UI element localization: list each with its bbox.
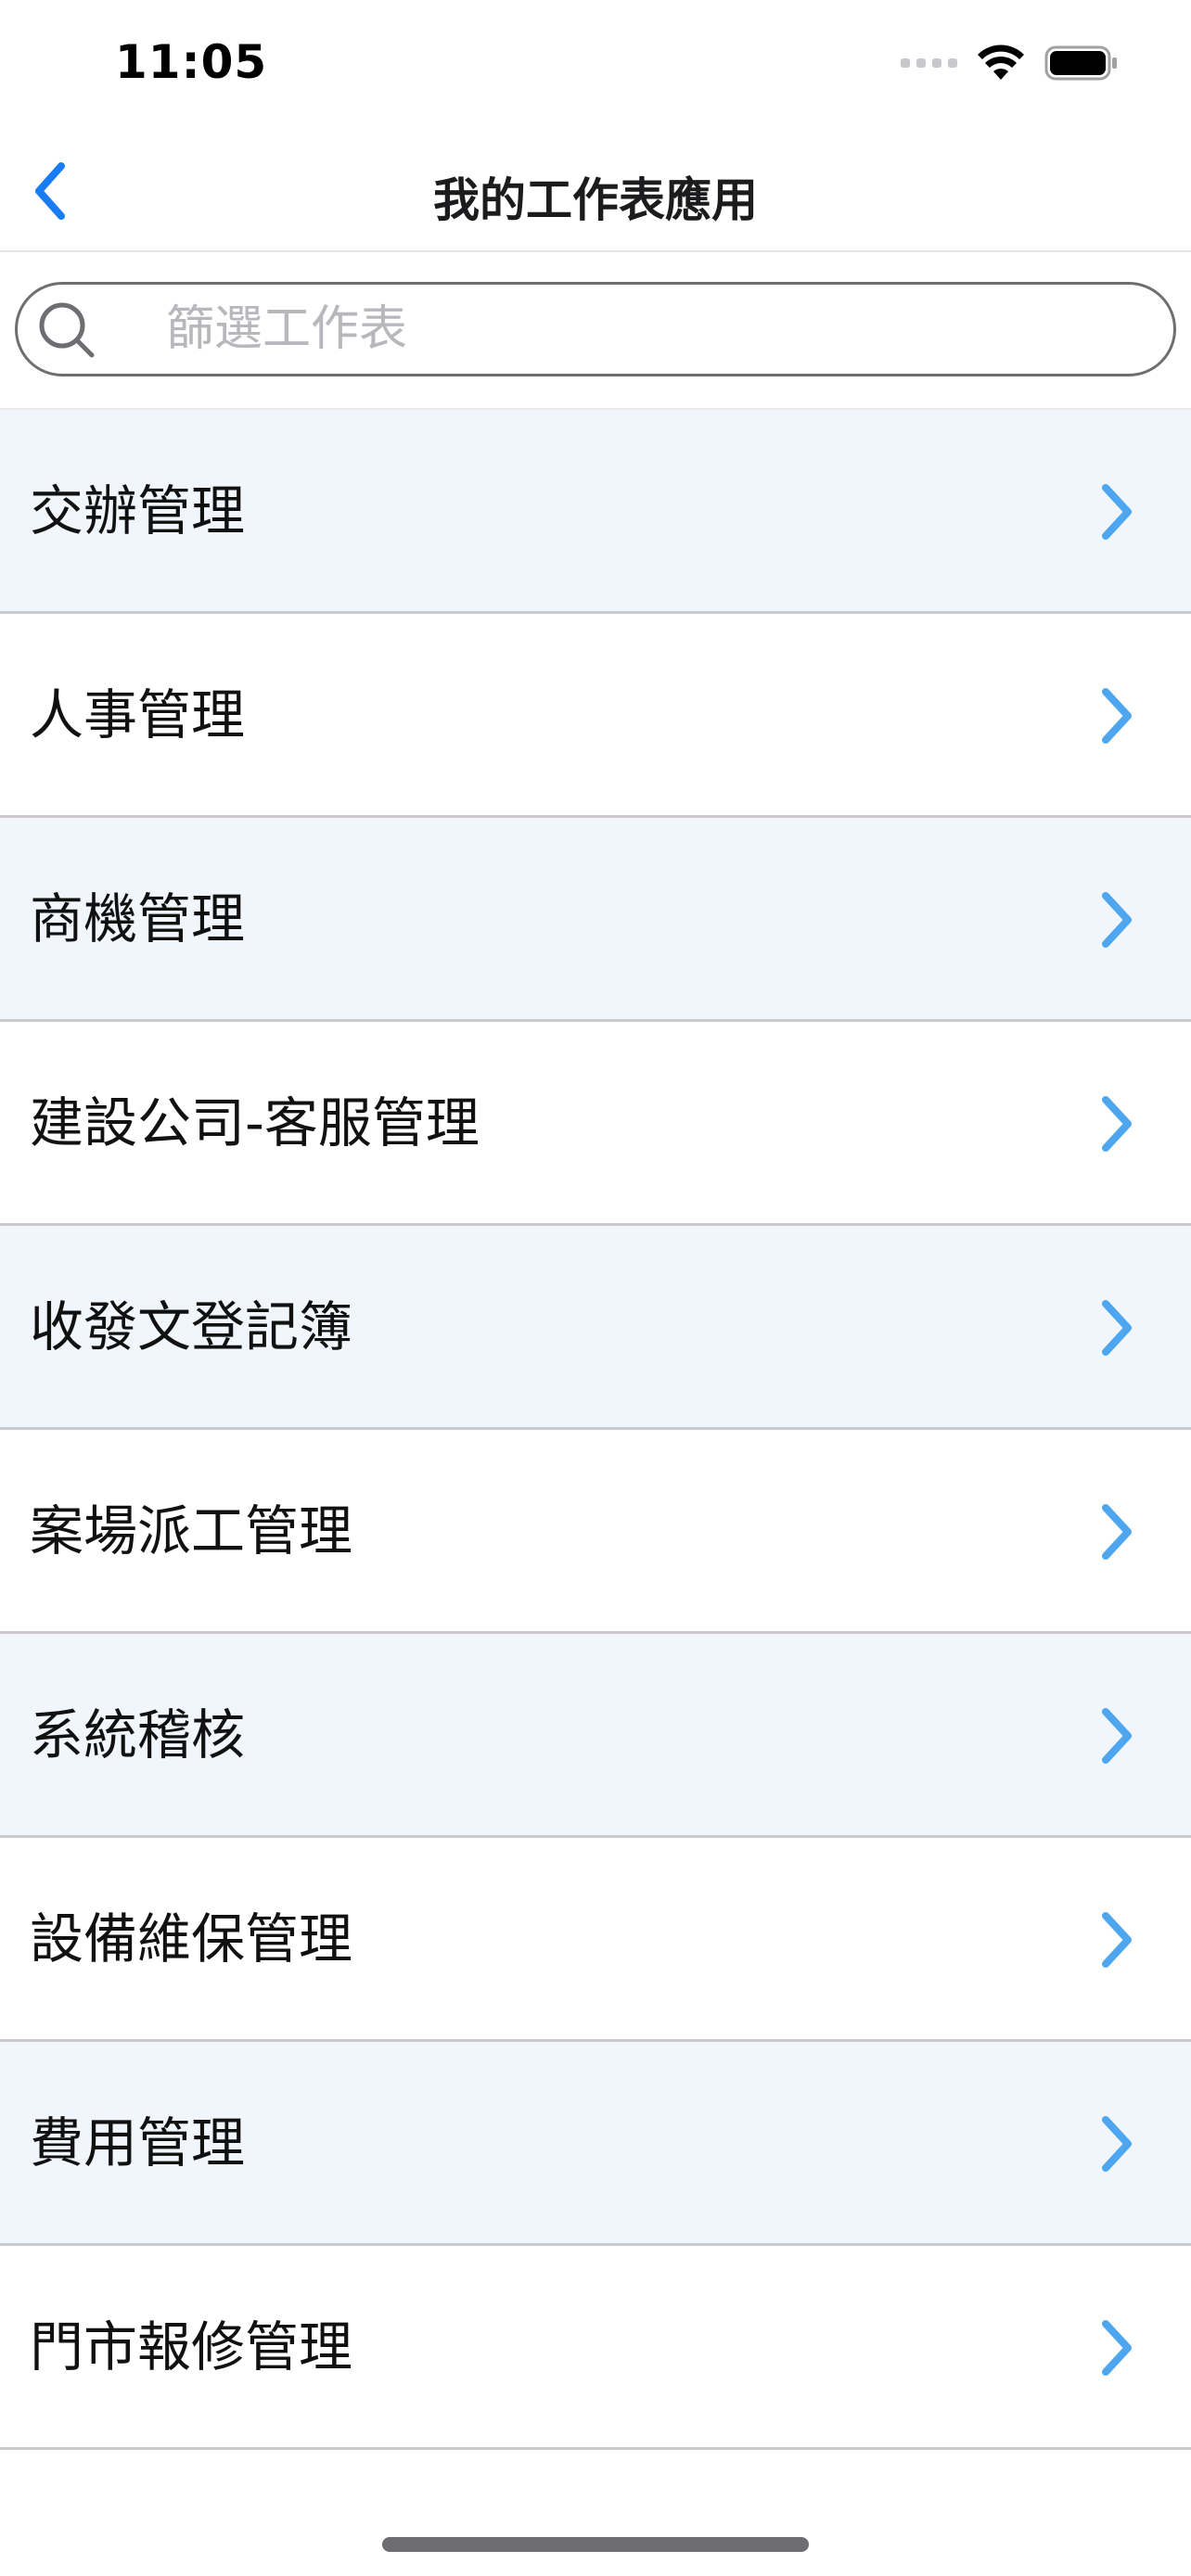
chevron-right-icon	[1102, 1300, 1132, 1356]
list-item[interactable]: 門市報修管理	[0, 2246, 1191, 2450]
search-input[interactable]	[166, 294, 1149, 364]
list-item[interactable]: 費用管理	[0, 2042, 1191, 2246]
chevron-right-icon	[1102, 688, 1132, 744]
chevron-right-icon	[1102, 1504, 1132, 1560]
list-item-label: 案場派工管理	[30, 1499, 353, 1562]
chevron-right-icon	[1102, 484, 1132, 540]
list-item-label: 門市報修管理	[30, 2315, 353, 2378]
status-time: 11:05	[115, 35, 268, 89]
chevron-right-icon	[1102, 1096, 1132, 1152]
list-item[interactable]: 系統稽核	[0, 1634, 1191, 1838]
list-item[interactable]: 案場派工管理	[0, 1430, 1191, 1634]
list-item[interactable]: 人事管理	[0, 614, 1191, 818]
search-bar[interactable]	[15, 282, 1176, 376]
chevron-right-icon	[1102, 1912, 1132, 1968]
chevron-right-icon	[1102, 1708, 1132, 1764]
chevron-right-icon	[1102, 2320, 1132, 2376]
list-item-label: 系統稽核	[30, 1703, 246, 1766]
list-item-label: 設備維保管理	[30, 1907, 353, 1970]
list-item[interactable]: 設備維保管理	[0, 1838, 1191, 2042]
list-item[interactable]: 交辦管理	[0, 410, 1191, 614]
status-icons	[901, 45, 1119, 82]
list-item-label: 建設公司-客服管理	[30, 1091, 480, 1154]
search-icon	[39, 302, 95, 358]
list-item-label: 交辦管理	[30, 479, 246, 542]
list-item[interactable]: 建設公司-客服管理	[0, 1022, 1191, 1226]
status-bar: 11:05	[0, 0, 1191, 130]
navigation-bar: 我的工作表應用	[0, 130, 1191, 252]
list-item-label: 人事管理	[30, 683, 246, 746]
list-item[interactable]: 收發文登記簿	[0, 1226, 1191, 1430]
wifi-icon	[978, 45, 1024, 80]
chevron-right-icon	[1102, 892, 1132, 948]
home-indicator[interactable]	[382, 2537, 809, 2552]
list-item-label: 收發文登記簿	[30, 1295, 353, 1358]
cellular-signal-icon	[901, 58, 957, 68]
page-title: 我的工作表應用	[433, 173, 758, 227]
list-item-label: 費用管理	[30, 2111, 246, 2174]
battery-icon	[1044, 45, 1117, 81]
list-item-label: 商機管理	[30, 887, 246, 950]
chevron-right-icon	[1102, 2116, 1132, 2172]
list-item[interactable]: 商機管理	[0, 818, 1191, 1022]
worksheet-list: 交辦管理 人事管理 商機管理 建設公司-客服管理 收發文登記簿 案場派工管理 系…	[0, 408, 1191, 2450]
